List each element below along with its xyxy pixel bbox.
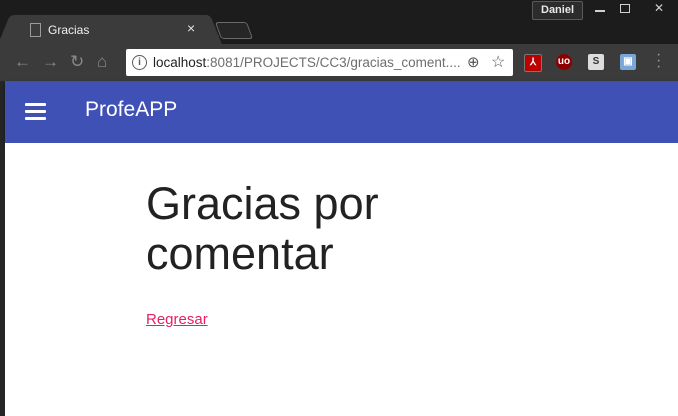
browser-toolbar: ← → ↻ ⌂ i localhost:8081/PROJECTS/CC3/gr… [0,44,678,81]
url-host: localhost [153,55,207,70]
maximize-button[interactable] [612,0,638,18]
ublock-extension-icon[interactable]: uo [556,54,572,70]
reload-icon[interactable]: ↻ [70,52,84,72]
page-icon [30,23,41,37]
back-arrow-icon[interactable]: ← [14,52,31,72]
url-text[interactable]: localhost:8081/PROJECTS/CC3/gracias_come… [153,55,461,70]
app-bar: ProfeAPP [5,81,678,143]
screenshot-extension-icon[interactable]: ▣ [620,54,636,70]
minimize-button[interactable] [587,0,613,18]
zoom-icon[interactable]: ⊕ [467,53,480,71]
browser-menu-icon[interactable]: · · · [656,47,661,75]
s-extension-icon[interactable]: S [588,54,604,70]
bookmark-star-icon[interactable]: ☆ [491,52,505,72]
new-tab-button[interactable] [214,22,254,39]
back-link[interactable]: Regresar [146,311,208,328]
page-heading: Gracias por comentar [146,178,379,279]
tab-title: Gracias [48,23,90,37]
tab-close-icon[interactable]: × [187,21,195,35]
window-titlebar: Daniel ✕ Gracias × [0,0,678,44]
info-icon[interactable]: i [132,55,147,70]
hamburger-menu-icon[interactable] [25,103,46,120]
app-title: ProfeAPP [85,98,178,121]
home-icon[interactable]: ⌂ [97,52,107,72]
forward-arrow-icon[interactable]: → [42,52,59,72]
browser-tab[interactable]: Gracias × [12,15,208,44]
url-path: :8081/PROJECTS/CC3/gracias_coment.... [206,55,461,70]
page-content: Gracias por comentar Regresar [5,143,678,416]
profile-button[interactable]: Daniel [532,1,584,20]
pdf-extension-icon[interactable]: ⅄ [524,54,542,72]
close-window-button[interactable]: ✕ [646,0,672,18]
address-bar[interactable]: i localhost:8081/PROJECTS/CC3/gracias_co… [126,49,513,76]
